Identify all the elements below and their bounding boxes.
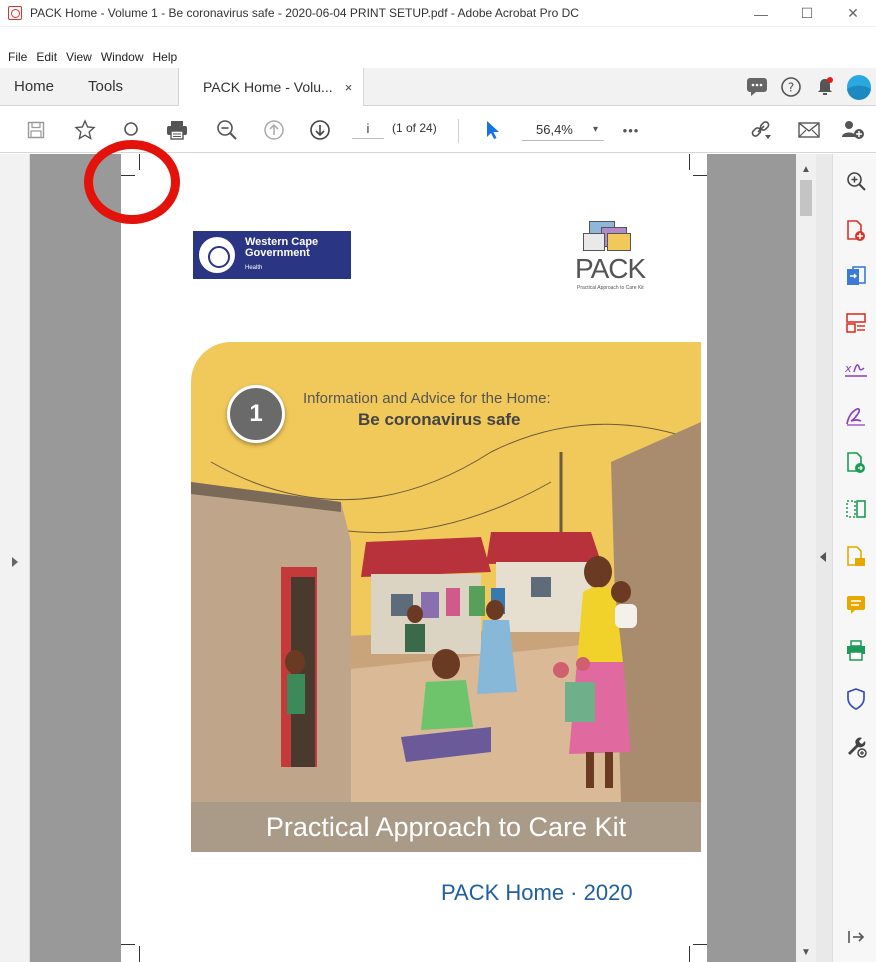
crop-mark <box>121 944 135 945</box>
organize-pages-icon[interactable] <box>845 312 867 334</box>
select-cursor-icon[interactable] <box>480 107 506 153</box>
print-production-icon[interactable] <box>845 640 867 662</box>
create-pdf-icon[interactable] <box>845 220 867 242</box>
send-for-review-icon[interactable] <box>845 452 867 474</box>
expand-arrow-icon <box>12 557 18 567</box>
right-pane-collapse-handle[interactable] <box>816 154 832 962</box>
pack-logo: PACK Practical Approach to Care Kit <box>569 219 659 294</box>
cover-subtitle: Information and Advice for the Home: <box>303 390 551 407</box>
window-controls: — ☐ ✕ <box>738 0 876 27</box>
comment-icon[interactable] <box>740 68 774 106</box>
maximize-button[interactable]: ☐ <box>784 0 830 27</box>
svg-text:?: ? <box>788 81 794 95</box>
previous-page-icon[interactable] <box>260 107 288 153</box>
tab-tools[interactable]: Tools <box>74 78 137 95</box>
document-footer: PACK Home · 2020 <box>441 880 633 905</box>
crop-mark <box>693 175 707 176</box>
close-window-button[interactable]: ✕ <box>830 0 876 27</box>
zoom-dropdown[interactable]: 56,4% ▾ <box>522 119 604 141</box>
scroll-down-arrow[interactable]: ▼ <box>801 947 811 958</box>
crop-mark <box>139 946 140 962</box>
page-number-input[interactable]: i <box>352 119 384 139</box>
highlight-annotation-circle <box>84 140 180 224</box>
user-avatar[interactable] <box>842 68 876 106</box>
email-icon[interactable] <box>794 107 824 153</box>
fill-sign-icon[interactable]: x <box>845 358 867 380</box>
left-navigation-pane-handle[interactable] <box>0 154 30 962</box>
tab-home[interactable]: Home <box>0 78 68 95</box>
zoom-value: 56,4% <box>536 122 573 137</box>
menu-help[interactable]: Help <box>153 50 178 64</box>
toolbar-divider <box>458 119 459 143</box>
pack-logo-subtitle: Practical Approach to Care Kit <box>577 285 644 291</box>
cover-illustration: 1 Information and Advice for the Home: B… <box>191 342 701 852</box>
pack-logo-word: PACK <box>575 253 646 284</box>
tab-close-button[interactable]: × <box>345 80 353 95</box>
tab-document-label: PACK Home - Volu... <box>203 79 333 95</box>
chevron-down-icon: ▾ <box>592 124 598 135</box>
menu-view[interactable]: View <box>66 50 92 64</box>
menu-bar: File Edit View Window Help <box>0 46 876 68</box>
scroll-up-arrow[interactable]: ▲ <box>801 164 811 175</box>
zoom-in-tool-icon[interactable] <box>845 170 867 192</box>
bookmark-star-icon[interactable] <box>70 107 100 153</box>
logo-text-line2: Government <box>245 247 310 259</box>
tools-pane: x <box>832 154 876 962</box>
minimize-button[interactable]: — <box>738 0 784 27</box>
share-link-icon[interactable] <box>746 107 776 153</box>
scrollbar-thumb[interactable] <box>800 180 812 216</box>
acrobat-icon <box>8 6 22 20</box>
next-page-icon[interactable] <box>306 107 334 153</box>
sticky-note-icon[interactable] <box>845 594 867 616</box>
western-cape-government-logo: Western Cape Government Health <box>193 231 351 279</box>
cover-title: Be coronavirus safe <box>358 410 521 429</box>
title-bar: PACK Home - Volume 1 - Be coronavirus sa… <box>0 0 876 27</box>
save-icon[interactable] <box>22 107 50 153</box>
page-count: (1 of 24) <box>392 121 437 135</box>
compare-files-icon[interactable] <box>845 498 867 520</box>
add-user-icon[interactable] <box>838 107 868 153</box>
tab-bar-icons: ? <box>740 68 876 106</box>
volume-number-badge: 1 <box>227 385 285 443</box>
coat-of-arms-icon <box>197 235 237 275</box>
notification-bell-icon[interactable] <box>808 68 842 106</box>
request-signature-icon[interactable] <box>845 406 867 428</box>
window-title: PACK Home - Volume 1 - Be coronavirus sa… <box>30 6 579 20</box>
tab-bar: Home Tools PACK Home - Volu... × ? <box>0 68 876 106</box>
more-tools-button[interactable]: ••• <box>616 107 646 153</box>
menu-window[interactable]: Window <box>101 50 144 64</box>
cover-band-text: Practical Approach to Care Kit <box>191 802 701 852</box>
export-pdf-icon[interactable] <box>845 266 867 288</box>
crop-mark <box>689 154 690 170</box>
crop-mark <box>693 944 707 945</box>
zoom-out-icon[interactable] <box>213 107 241 153</box>
more-tools-wrench-icon[interactable] <box>845 736 867 758</box>
print-icon[interactable] <box>163 107 191 153</box>
expand-tools-pane-icon[interactable] <box>845 926 867 948</box>
pdf-page: Western Cape Government Health PACK Prac… <box>121 154 707 962</box>
crop-mark <box>689 946 690 962</box>
menu-edit[interactable]: Edit <box>36 50 57 64</box>
svg-text:x: x <box>845 362 852 375</box>
help-icon[interactable]: ? <box>774 68 808 106</box>
collapse-arrow-icon <box>820 552 826 562</box>
logo-text-line3: Health <box>245 265 263 271</box>
vertical-scrollbar[interactable]: ▲ ▼ <box>796 154 816 962</box>
tab-document[interactable]: PACK Home - Volu... × <box>178 68 364 106</box>
menu-file[interactable]: File <box>8 50 27 64</box>
comment-tool-icon[interactable] <box>845 546 867 568</box>
protect-shield-icon[interactable] <box>845 688 867 710</box>
